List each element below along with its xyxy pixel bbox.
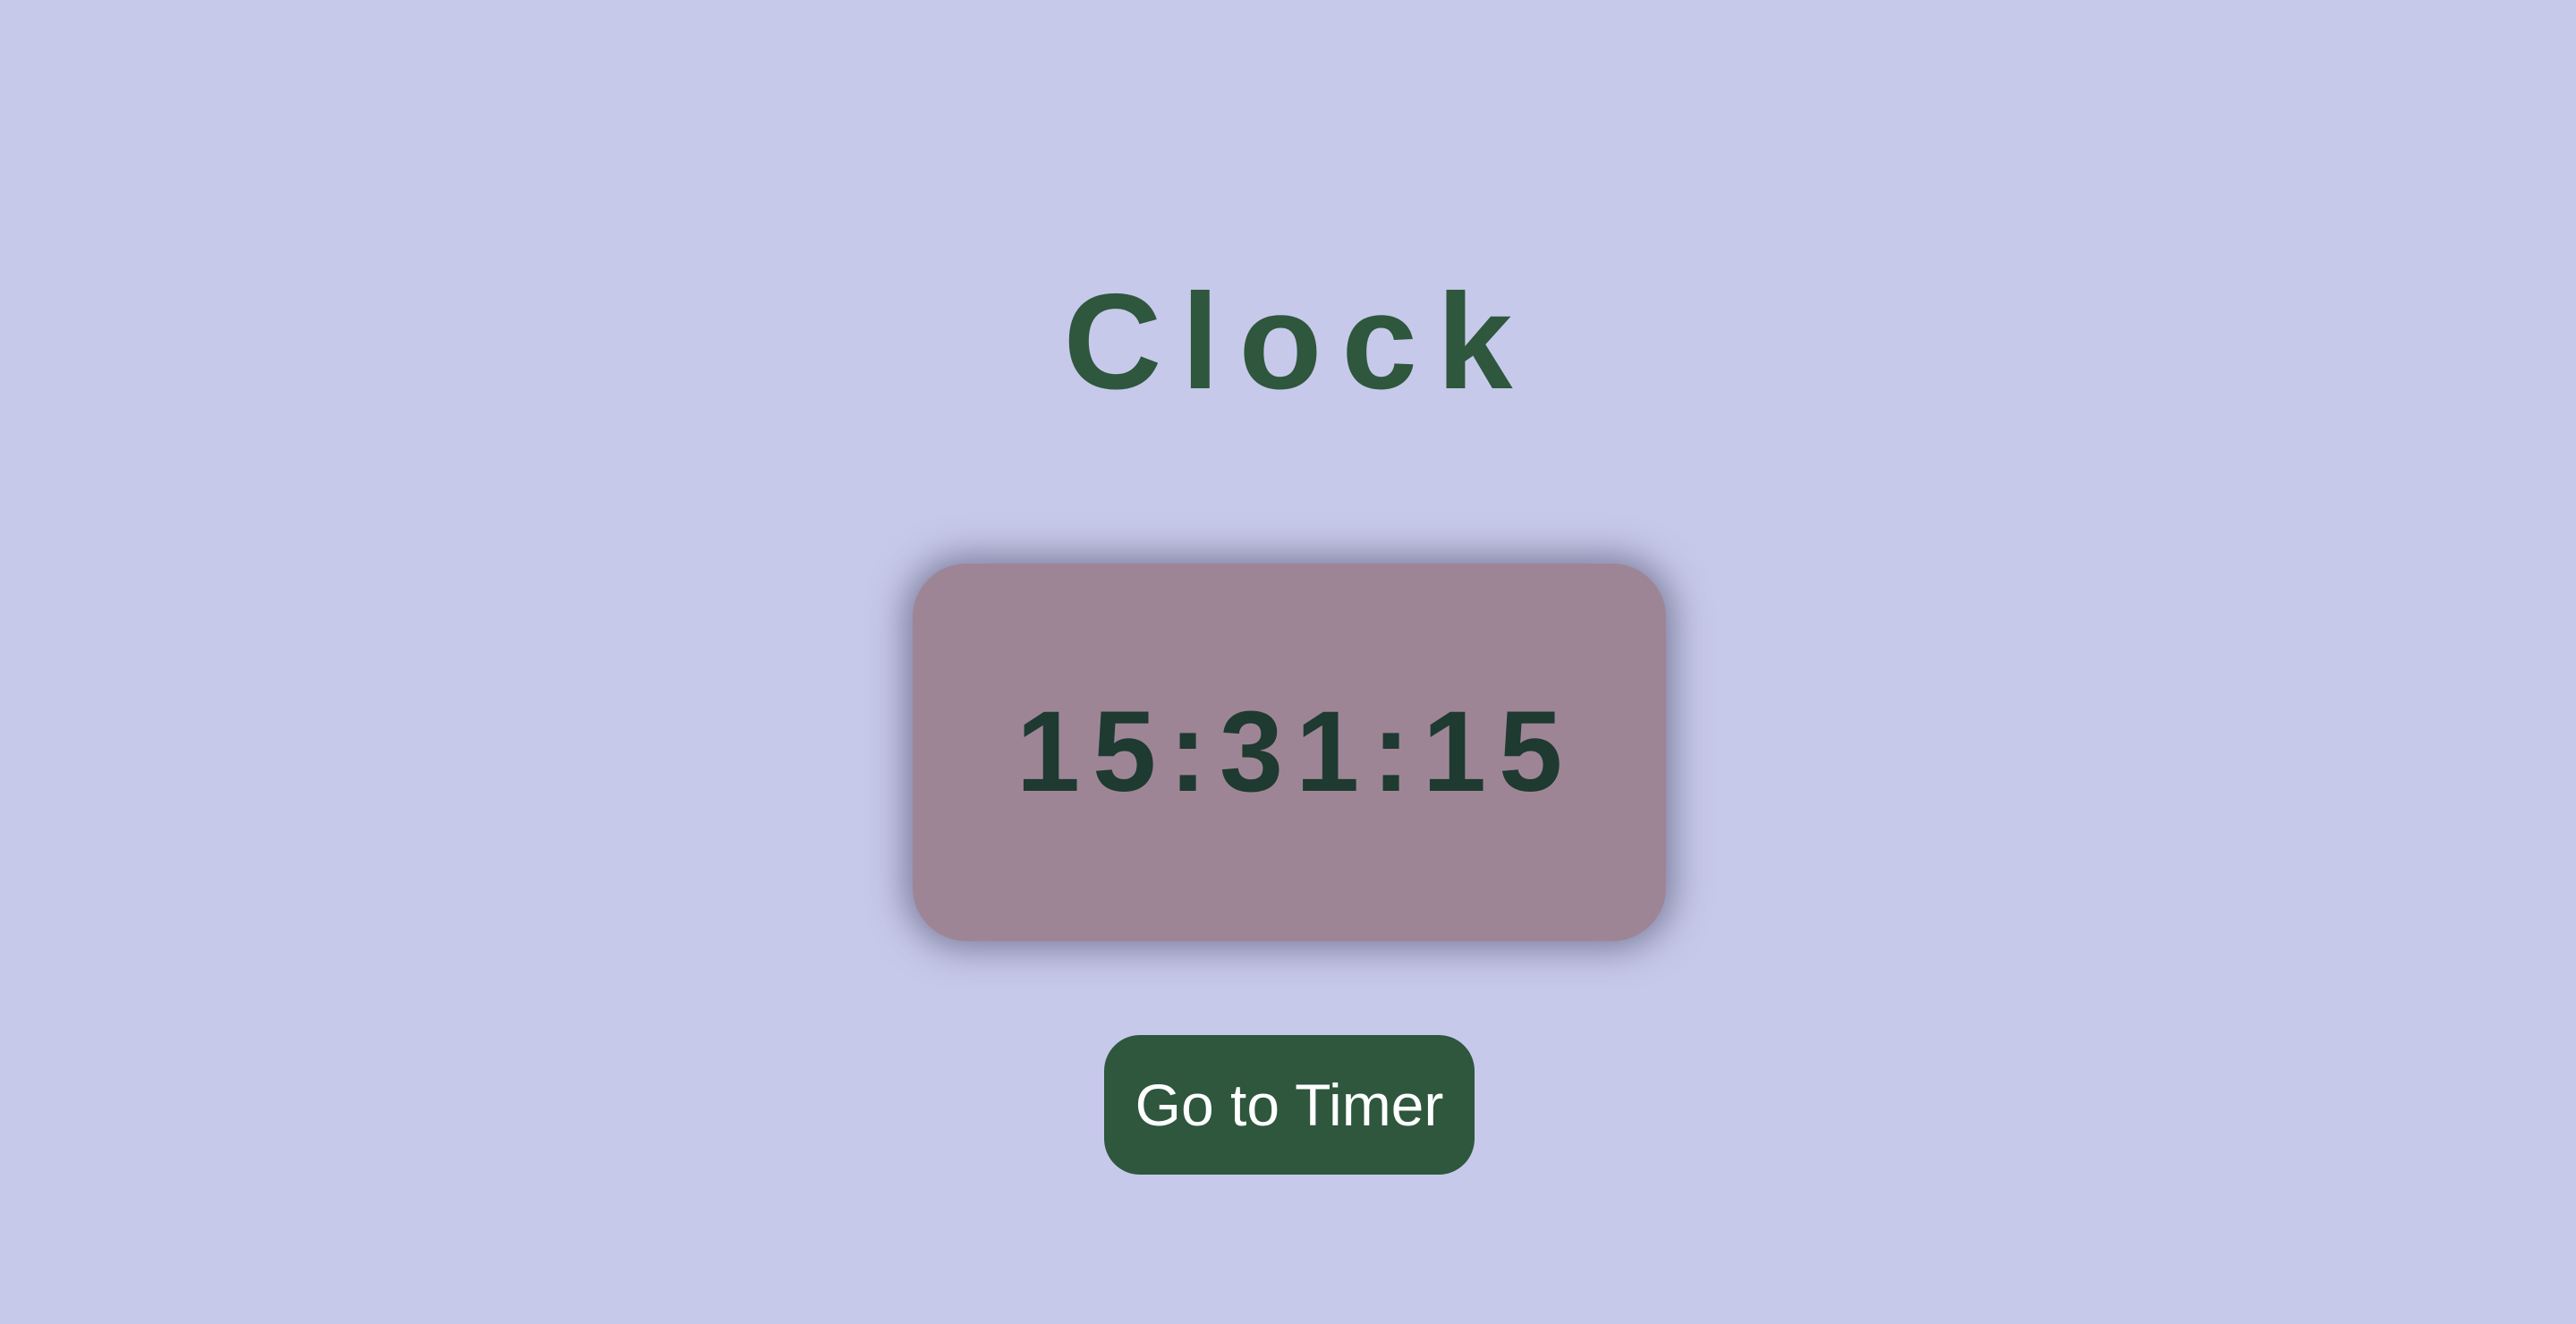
clock-time: 15:31:15 xyxy=(1016,688,1576,816)
page-title: Clock xyxy=(1063,266,1533,418)
go-to-timer-button[interactable]: Go to Timer xyxy=(1104,1035,1475,1175)
clock-display: 15:31:15 xyxy=(913,564,1666,941)
